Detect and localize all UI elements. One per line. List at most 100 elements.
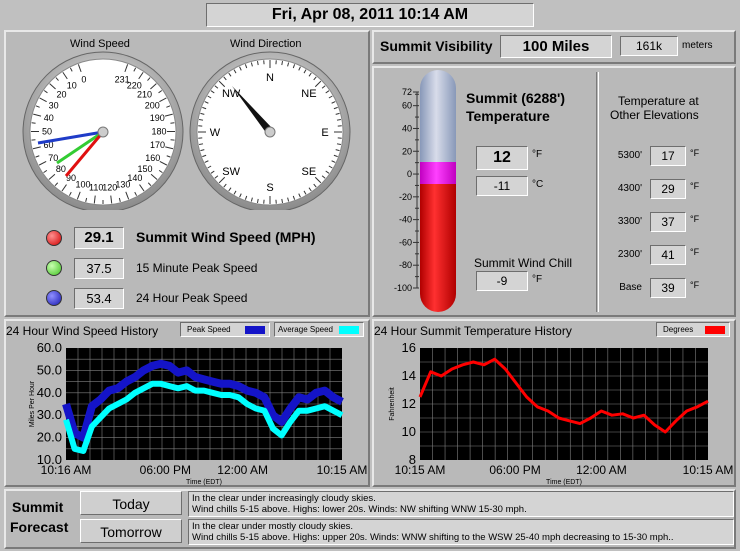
tomorrow-forecast-text: In the clear under mostly cloudy skies. … xyxy=(188,519,734,545)
temperature-divider xyxy=(596,72,599,312)
elevation-temp-value: 37 xyxy=(650,212,686,232)
wind-history-chart: 60.050.040.030.020.010.010:16 AM 06:00 PM… xyxy=(29,340,368,486)
elevation-label: 4300' xyxy=(617,183,642,194)
summit-wind-speed-label: Summit Wind Speed (MPH) xyxy=(136,229,316,245)
speed-tick xyxy=(31,122,36,124)
other-elevations-title-1: Temperature at xyxy=(618,94,699,108)
thermometer-scale-label: -40 xyxy=(399,215,412,225)
peak15-value: 37.5 xyxy=(74,258,124,279)
speed-tick-label: 210 xyxy=(137,89,152,99)
y-tick-label: 50.0 xyxy=(37,362,62,377)
speed-tick-label: 170 xyxy=(150,140,165,150)
direction-tick xyxy=(281,61,283,66)
thermometer-scale-label: 20 xyxy=(402,146,412,156)
elevation-temp-unit: °F xyxy=(690,214,700,224)
elevation-label: Base xyxy=(619,282,642,293)
x-axis-label: Time (EDT) xyxy=(186,479,222,486)
speed-led xyxy=(46,230,62,246)
x-tick-label: 06:00 PM xyxy=(140,463,191,477)
x-tick-label: 10:16 AM xyxy=(41,463,92,477)
x-tick-label: 10:15 AM xyxy=(395,463,446,477)
speed-tick-label: 180 xyxy=(151,127,166,137)
elevation-label: 5300' xyxy=(617,150,642,161)
temp-c-unit: °C xyxy=(532,179,544,190)
thermometer-scale-label: 0 xyxy=(407,169,412,179)
x-tick-label: 06:00 PM xyxy=(489,463,540,477)
today-forecast-text: In the clear under increasingly cloudy s… xyxy=(188,491,734,517)
direction-tick xyxy=(257,198,259,203)
windchill-label: Summit Wind Chill xyxy=(474,256,573,270)
speed-tick-label: 30 xyxy=(49,100,59,110)
compass-label: SE xyxy=(302,166,317,178)
elevation-temp-unit: °F xyxy=(690,181,700,191)
wind-speed-gauge: 0102030405060708090100110120130140150160… xyxy=(22,51,184,210)
other-elevations-title-2: Other Elevations xyxy=(610,108,699,122)
peak15-led xyxy=(46,260,62,276)
temp-f-unit: °F xyxy=(532,149,543,160)
compass-label: N xyxy=(266,72,274,84)
elevation-temp-value: 41 xyxy=(650,245,686,265)
tab-today[interactable]: Today xyxy=(80,491,182,515)
direction-tick xyxy=(281,198,283,203)
speed-tick-label: 160 xyxy=(145,153,160,163)
temperature-title-2: Temperature xyxy=(466,108,550,124)
y-tick-label: 30.0 xyxy=(37,407,62,422)
peak24-label: 24 Hour Peak Speed xyxy=(136,291,248,305)
speed-tick-label: 10 xyxy=(67,81,77,91)
speed-tick xyxy=(170,122,175,124)
y-tick-label: 60.0 xyxy=(37,340,62,355)
speed-tick-label: 80 xyxy=(56,164,66,174)
thermometer-scale-label: -20 xyxy=(399,192,412,202)
thermometer-scale-label: -100 xyxy=(394,283,412,293)
windchill-value: -9 xyxy=(476,271,528,291)
compass-label: E xyxy=(321,127,328,139)
thermometer-scale-label: -60 xyxy=(399,237,412,247)
speed-tick-label: 40 xyxy=(44,113,54,123)
tomorrow-forecast-line1: In the clear under mostly cloudy skies. xyxy=(192,521,354,532)
direction-tick xyxy=(336,119,341,121)
legend-peak-swatch xyxy=(245,326,265,334)
y-tick-label: 40.0 xyxy=(37,385,62,400)
thermometer-scale-label: 72 xyxy=(402,87,412,97)
thermometer-scale-label: -80 xyxy=(399,260,412,270)
today-forecast-line2: Wind chills 5-15 above. Highs: lower 20s… xyxy=(192,504,527,515)
thermometer-scale-label: 60 xyxy=(402,101,412,111)
elevation-label: 3300' xyxy=(617,216,642,227)
direction-tick xyxy=(257,61,259,66)
wind-history-title: 24 Hour Wind Speed History xyxy=(6,324,159,338)
x-tick-label: 10:15 AM xyxy=(317,463,368,477)
visibility-value: 100 Miles xyxy=(500,35,612,58)
compass-label: W xyxy=(210,127,221,139)
elevation-temp-value: 39 xyxy=(650,278,686,298)
elevation-temp-unit: °F xyxy=(690,148,700,158)
y-tick-label: 12 xyxy=(402,396,416,411)
legend-degrees: Degrees xyxy=(656,322,730,337)
forecast-title-2: Forecast xyxy=(10,519,69,535)
thermometer-scale-label: 40 xyxy=(402,123,412,133)
visibility-label: Summit Visibility xyxy=(380,38,493,54)
peak24-value: 53.4 xyxy=(74,288,124,309)
temp-history-chart: 16141210810:15 AM 06:00 PM 12:00 AM 10:15 A… xyxy=(389,340,733,486)
windchill-unit: °F xyxy=(532,274,543,285)
elevation-label: 2300' xyxy=(617,249,642,260)
speed-tick-label: 231 xyxy=(115,74,130,84)
elevation-temp-unit: °F xyxy=(690,280,700,290)
wind-direction-gauge: NNEESESSWWNW xyxy=(189,51,351,210)
elevation-temp-value: 29 xyxy=(650,179,686,199)
y-tick-label: 16 xyxy=(402,340,416,355)
peak24-led xyxy=(46,290,62,306)
speed-tick-label: 20 xyxy=(56,89,66,99)
visibility-meters-unit: meters xyxy=(682,40,713,51)
compass-label: NE xyxy=(301,88,316,100)
speed-tick-label: 110 xyxy=(89,183,103,193)
speed-tick-label: 150 xyxy=(138,164,153,174)
y-tick-label: 14 xyxy=(402,368,416,383)
compass-label: S xyxy=(266,182,273,194)
speed-tick-label: 190 xyxy=(150,113,165,123)
legend-degrees-swatch xyxy=(705,326,725,334)
wind-gauges: 0102030405060708090100110120130140150160… xyxy=(22,51,351,210)
direction-tick xyxy=(336,143,341,145)
tab-tomorrow[interactable]: Tomorrow xyxy=(80,519,182,543)
temp-history-title: 24 Hour Summit Temperature History xyxy=(374,324,572,338)
temperature-title-1: Summit (6288') xyxy=(466,90,566,106)
